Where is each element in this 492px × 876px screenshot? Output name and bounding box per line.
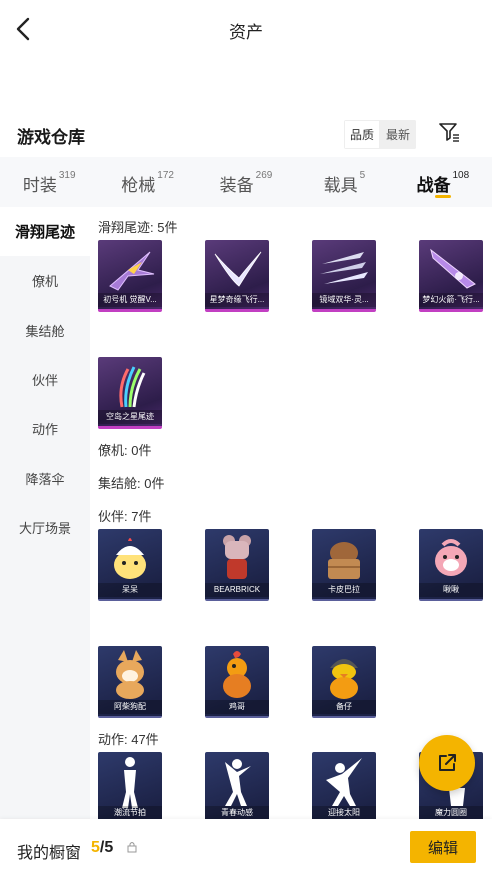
item-card[interactable]: 初号机 觉醒V... xyxy=(98,240,162,312)
item-name: 阿柴狗配 xyxy=(98,700,162,714)
sidebar-item-parachute[interactable]: 降落伞 xyxy=(0,453,90,502)
item-card[interactable]: 阿柴狗配 xyxy=(98,646,162,718)
dancer-icon xyxy=(122,757,138,808)
tab-vehicles[interactable]: 载具 5 xyxy=(295,157,393,207)
item-name: 魔力圆圈 xyxy=(419,806,483,819)
dancer-pose-icon xyxy=(225,759,251,806)
item-name: 啾啾 xyxy=(419,583,483,597)
jet-icon xyxy=(109,251,155,291)
section-label-trails: 滑翔尾迹: 5件 xyxy=(98,220,178,235)
tab-label: 装备 xyxy=(219,176,254,195)
tab-count: 319 xyxy=(58,170,76,181)
helmet-duck-icon xyxy=(330,659,358,699)
sidebar-item-wingman[interactable]: 僚机 xyxy=(0,256,90,305)
tab-count: 269 xyxy=(255,170,273,181)
item-name: 鸡哥 xyxy=(205,700,269,714)
item-name: 卡皮巴拉 xyxy=(312,583,376,597)
external-link-icon xyxy=(439,754,456,771)
bearbrick-icon xyxy=(223,535,251,579)
tab-label: 战备 xyxy=(416,176,451,195)
item-card[interactable]: 梦幻火箭·飞行... xyxy=(419,240,483,312)
tab-combat-gear[interactable]: 战备 108 xyxy=(394,157,492,207)
showcase-bar: 我的橱窗 5/5 编辑 xyxy=(0,819,492,876)
rocket-icon xyxy=(430,248,476,289)
item-name: 空岛之星尾迹 xyxy=(98,410,162,424)
sort-latest-button[interactable]: 最新 xyxy=(380,120,417,149)
tab-firearms[interactable]: 枪械 172 xyxy=(98,157,196,207)
rooster-icon xyxy=(223,651,251,698)
item-card[interactable]: 星梦奇缘飞行... xyxy=(205,240,269,312)
showcase-count: 5/5 xyxy=(91,839,113,857)
item-grid: 滑翔尾迹: 5件 初号机 觉醒V... 星梦奇缘飞行... 镜域双华·灵... … xyxy=(90,207,492,819)
tab-label: 时装 xyxy=(22,176,57,195)
sidebar-item-companion[interactable]: 伙伴 xyxy=(0,355,90,404)
edit-button[interactable]: 编辑 xyxy=(410,831,476,863)
sidebar-item-glide-trail[interactable]: 滑翔尾迹 xyxy=(0,207,90,257)
sidebar-item-emote[interactable]: 动作 xyxy=(0,404,90,453)
item-name: 梦幻火箭·飞行... xyxy=(419,293,483,307)
section-label-companions: 伙伴: 7件 xyxy=(98,509,152,524)
item-card[interactable]: BEARBRICK xyxy=(205,529,269,601)
sidebar-item-pod[interactable]: 集结舱 xyxy=(0,306,90,355)
wings-icon xyxy=(214,251,262,287)
item-name: 呆呆 xyxy=(98,583,162,597)
item-card[interactable]: 镜域双华·灵... xyxy=(312,240,376,312)
warehouse-title: 游戏仓库 xyxy=(17,128,85,147)
item-name: 备仔 xyxy=(312,700,376,714)
section-label-wingman: 僚机: 0件 xyxy=(98,443,152,458)
subcategory-sidebar: 滑翔尾迹 僚机 集结舱 伙伴 动作 降落伞 大厅场景 xyxy=(0,207,90,819)
page-title: 资产 xyxy=(229,23,263,42)
item-name: BEARBRICK xyxy=(205,583,269,597)
lock-icon xyxy=(127,842,137,853)
item-name: 镜域双华·灵... xyxy=(312,293,376,307)
item-name: 青春动感 xyxy=(205,806,269,819)
pink-bird-icon xyxy=(435,539,467,576)
blades-icon xyxy=(320,252,368,284)
rainbow-trail-icon xyxy=(119,366,146,408)
showcase-count-current: 5 xyxy=(91,839,100,856)
item-card[interactable]: 空岛之星尾迹 xyxy=(98,357,162,429)
sort-toggle: 品质 最新 xyxy=(344,120,417,149)
tab-count: 172 xyxy=(157,170,174,181)
showcase-count-total: /5 xyxy=(99,839,114,856)
item-name: 潮流节拍 xyxy=(98,806,162,819)
section-label-pod: 集结舱: 0件 xyxy=(98,476,165,491)
sort-quality-button[interactable]: 品质 xyxy=(344,120,381,149)
item-card[interactable]: 啾啾 xyxy=(419,529,483,601)
item-name: 星梦奇缘飞行... xyxy=(205,293,269,307)
dab-pose-icon xyxy=(326,758,362,806)
shiba-dog-icon xyxy=(116,650,144,699)
filter-icon[interactable] xyxy=(437,120,461,144)
item-card[interactable]: 迎接太阳 xyxy=(312,752,376,819)
item-card[interactable]: 备仔 xyxy=(312,646,376,718)
active-tab-indicator xyxy=(434,195,451,198)
tab-equipment[interactable]: 装备 269 xyxy=(197,157,295,207)
item-name: 初号机 觉醒V... xyxy=(98,293,162,307)
item-name: 迎接太阳 xyxy=(312,806,376,819)
chick-icon xyxy=(114,538,146,579)
category-tabs: 时装 319 枪械 172 装备 269 载具 5 战备 108 xyxy=(0,157,492,207)
tab-label: 枪械 xyxy=(121,176,156,195)
item-card[interactable]: 卡皮巴拉 xyxy=(312,529,376,601)
section-label-emotes: 动作: 47件 xyxy=(98,732,159,747)
tab-fashion[interactable]: 时装 319 xyxy=(0,157,98,207)
sidebar-item-lobby-scene[interactable]: 大厅场景 xyxy=(0,503,90,552)
assets-page: 资产 游戏仓库 品质 最新 时装319 枪械172 装备269 载具5 xyxy=(0,0,492,876)
item-card[interactable]: 鸡哥 xyxy=(205,646,269,718)
tab-label: 载具 xyxy=(323,176,358,195)
warehouse-body: 滑翔尾迹 僚机 集结舱 伙伴 动作 降落伞 大厅场景 滑翔尾迹: 5件 初号机 … xyxy=(0,207,492,819)
item-card[interactable]: 青春动感 xyxy=(205,752,269,819)
warehouse-header: 游戏仓库 品质 最新 xyxy=(0,118,492,158)
tab-count: 5 xyxy=(359,170,366,181)
share-fab-button[interactable] xyxy=(419,735,475,791)
showcase-label: 我的橱窗 xyxy=(17,845,82,862)
item-card[interactable]: 潮流节拍 xyxy=(98,752,162,819)
item-card[interactable]: 呆呆 xyxy=(98,529,162,601)
tab-count: 108 xyxy=(452,170,470,181)
top-bar: 资产 xyxy=(0,0,492,58)
capybara-icon xyxy=(328,542,360,579)
